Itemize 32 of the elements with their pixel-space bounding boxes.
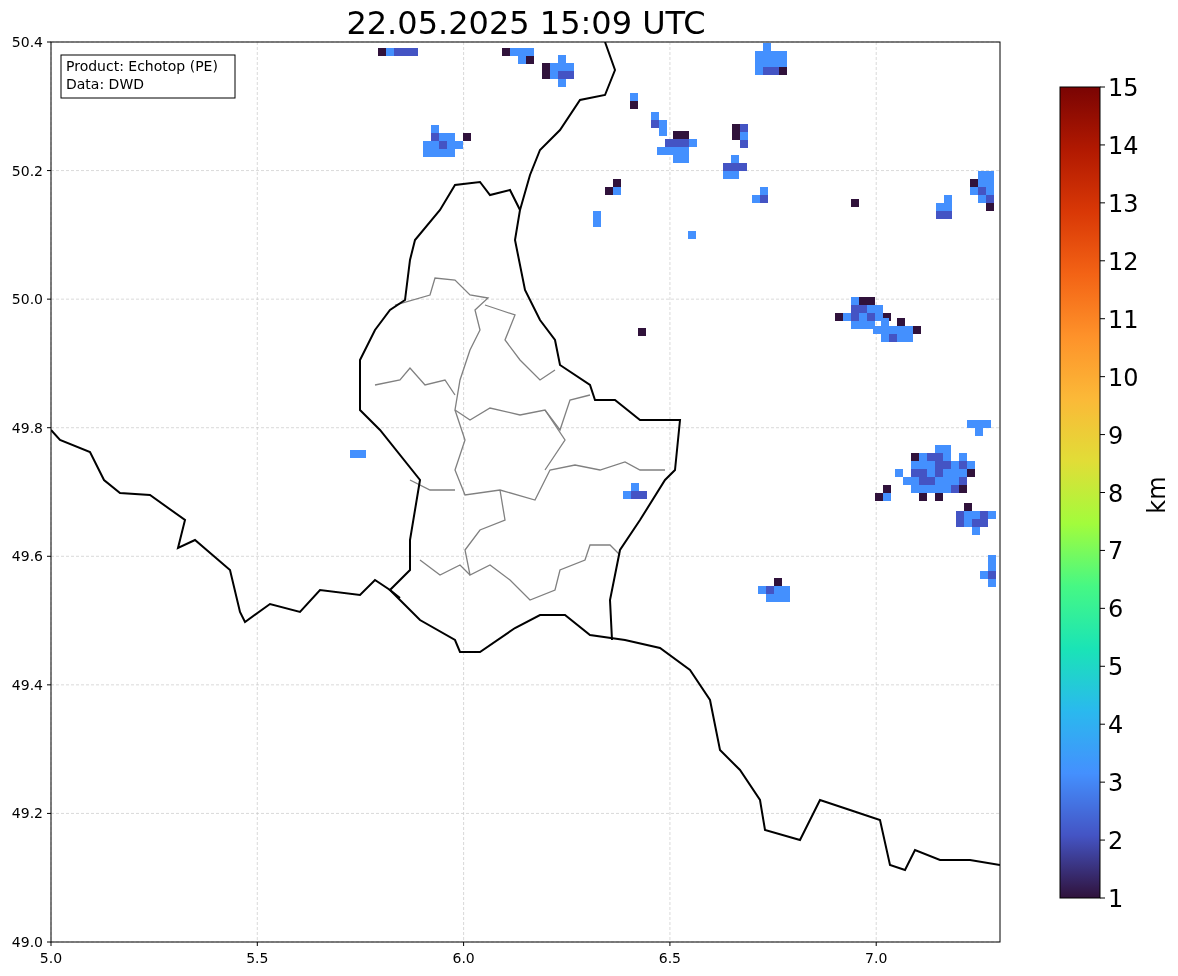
colorbar-tick-label: 15 <box>1108 74 1139 102</box>
info-text: Product: Echotop (PE) <box>66 58 218 74</box>
colorbar-label: km <box>1143 476 1171 514</box>
colorbar-tick-label: 11 <box>1108 305 1139 334</box>
colorbar-tick-label: 7 <box>1108 537 1124 566</box>
colorbar-tick-label: 2 <box>1108 827 1124 856</box>
x-tick-label: 6.5 <box>658 950 682 966</box>
x-tick-label: 5.5 <box>246 950 269 966</box>
y-tick-label: 49.4 <box>11 676 43 693</box>
colorbar-tick-label: 6 <box>1108 595 1124 624</box>
y-tick-label: 49.2 <box>11 805 43 822</box>
y-tick-label: 50.4 <box>11 34 43 50</box>
colorbar-tick-label: 3 <box>1108 769 1124 798</box>
colorbar-tick-label: 1 <box>1108 885 1124 913</box>
colorbar-tick-label: 13 <box>1108 189 1139 218</box>
colorbar-tick-label: 10 <box>1108 363 1139 392</box>
colorbar-tick-label: 4 <box>1108 711 1124 740</box>
y-tick-label: 50.2 <box>11 162 43 179</box>
colorbar-tick-label: 8 <box>1108 479 1124 508</box>
x-tick-label: 6.0 <box>452 950 475 966</box>
y-tick-label: 49.8 <box>11 419 43 436</box>
colorbar-tick-label: 12 <box>1108 247 1139 276</box>
y-tick-label: 49.0 <box>11 934 43 950</box>
info-text: Data: DWD <box>66 76 144 92</box>
colorbar-tick-label: 9 <box>1108 421 1124 450</box>
chart-title: 22.05.2025 15:09 UTC <box>346 4 706 42</box>
x-tick-label: 5.0 <box>39 950 63 966</box>
y-tick-label: 50.0 <box>11 291 43 308</box>
x-tick-label: 7.0 <box>865 950 888 966</box>
colorbar-tick-label: 5 <box>1108 653 1124 682</box>
colorbar-tick-label: 14 <box>1108 131 1139 160</box>
y-tick-label: 49.6 <box>11 548 43 565</box>
